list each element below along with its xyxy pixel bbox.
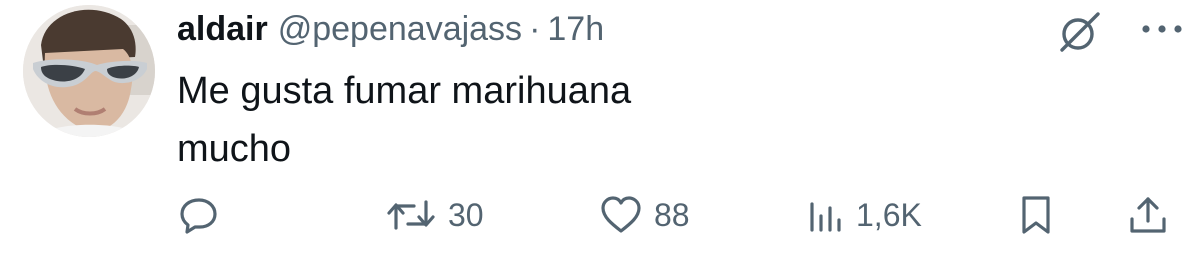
tweet-header: aldair @pepenavajass · 17h <box>177 8 604 50</box>
views-icon <box>810 202 841 232</box>
timestamp[interactable]: 17h <box>547 8 604 50</box>
action-bar: 30 88 1,6K <box>0 190 1200 240</box>
separator-dot: · <box>529 10 541 48</box>
user-handle[interactable]: @pepenavajass <box>278 8 522 50</box>
more-icon[interactable] <box>1138 14 1186 44</box>
display-name[interactable]: aldair <box>177 8 268 50</box>
share-icon <box>1130 197 1166 233</box>
views-button[interactable]: 1,6K <box>806 190 922 240</box>
share-button[interactable] <box>1126 190 1170 240</box>
tweet-text: Me gusta fumar marihuana mucho <box>177 62 631 178</box>
heart-icon <box>601 196 641 233</box>
views-count: 1,6K <box>856 197 922 233</box>
tweet-text-line-1: Me gusta fumar marihuana <box>177 70 632 112</box>
retweet-count: 30 <box>448 197 484 233</box>
like-count: 88 <box>654 197 690 233</box>
bookmark-button[interactable] <box>1016 190 1056 240</box>
retweet-icon <box>387 200 435 230</box>
reply-button[interactable] <box>178 190 220 240</box>
avatar[interactable] <box>23 5 155 137</box>
avatar-image <box>23 5 155 137</box>
like-button[interactable]: 88 <box>598 190 690 240</box>
bookmark-icon <box>1022 196 1050 234</box>
reply-icon <box>180 198 217 234</box>
tweet[interactable]: aldair @pepenavajass · 17h Me gusta fuma… <box>0 0 1200 276</box>
grok-icon[interactable] <box>1058 10 1102 54</box>
retweet-button[interactable]: 30 <box>384 190 484 240</box>
tweet-text-line-2: mucho <box>177 128 292 170</box>
